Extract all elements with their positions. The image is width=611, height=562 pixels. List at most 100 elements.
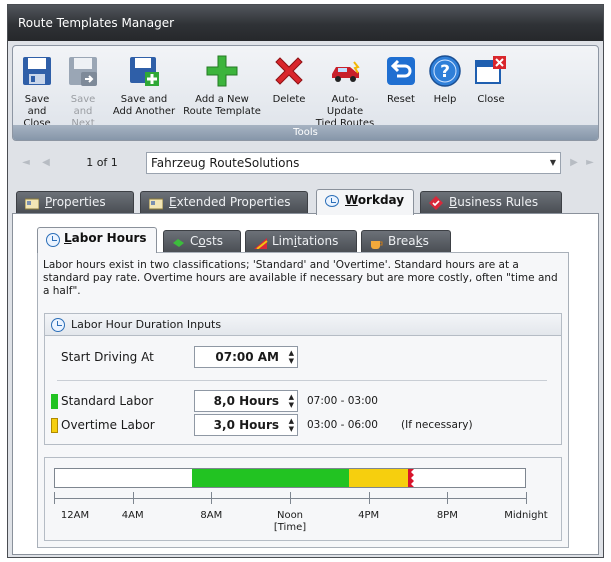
tab-workday-accesskey: W (345, 193, 358, 207)
workday-clock-icon (325, 195, 339, 207)
overtime-labor-label: Overtime Labor (61, 418, 155, 432)
tab-costs-accesskey: o (198, 234, 206, 248)
tab-costs-label-rest: sts (205, 234, 223, 248)
save-and-next-button[interactable]: Save and Next (61, 50, 105, 129)
add-new-route-template-button[interactable]: Add a New Route Template (179, 50, 265, 126)
spinner-arrows-icon[interactable]: ▲ ▼ (289, 349, 294, 365)
record-count: 1 of 1 (86, 156, 118, 169)
save-add-icon (127, 54, 161, 88)
timeline-tick-label: 4PM (358, 510, 380, 521)
extended-properties-card-icon (148, 196, 164, 210)
overtime-labor-input[interactable]: 3,0 Hours ▲ ▼ (194, 414, 298, 436)
last-record-icon[interactable]: ► (582, 153, 598, 173)
reset-button[interactable]: Reset (381, 50, 421, 126)
close-label: Close (477, 94, 505, 105)
overtime-note: (If necessary) (401, 419, 473, 431)
overtime-labor-value: 3,0 Hours (213, 418, 279, 432)
start-driving-time-input[interactable]: 07:00 AM ▲ ▼ (194, 346, 298, 368)
delete-label: Delete (272, 94, 306, 105)
auto-update-tied-routes-button[interactable]: Auto-Update Tied Routes (315, 50, 375, 129)
car-icon (328, 54, 362, 88)
help-button[interactable]: ? Help (425, 50, 465, 126)
labor-duration-group: Labor Hour Duration Inputs Start Driving… (44, 313, 562, 445)
tools-ribbon: Save and Close Save and Next Save and Ad… (12, 45, 599, 141)
next-record-icon[interactable]: ▶ (566, 153, 582, 173)
coffee-cup-icon (370, 235, 383, 249)
tab-business-rules[interactable]: Business Rules (420, 191, 562, 213)
save-and-add-another-button[interactable]: Save and Add Another (109, 50, 179, 126)
first-record-icon[interactable]: ◄ (18, 153, 34, 173)
properties-card-icon (24, 196, 40, 210)
standard-labor-label: Standard Labor (61, 394, 154, 408)
labor-hours-panel: Labor hours exist in two classifications… (37, 252, 569, 548)
standard-hours-segment (192, 469, 349, 487)
route-template-select[interactable]: Fahrzeug RouteSolutions ▼ (146, 152, 561, 174)
tab-properties-label-rest: roperties (52, 195, 106, 209)
tab-workday[interactable]: Workday (316, 189, 414, 215)
tab-breaks-label-start: Brea (388, 234, 416, 248)
timeline-tick (526, 492, 527, 504)
tab-labor-label-rest: abor Hours (71, 231, 147, 245)
reset-icon (384, 54, 418, 88)
tab-limitations-label-rest: tations (297, 234, 339, 248)
tab-extended-properties[interactable]: Extended Properties (140, 191, 308, 213)
timeline-tick (447, 492, 449, 504)
spinner-arrows-icon[interactable]: ▲ ▼ (289, 393, 294, 409)
standard-color-swatch (51, 394, 58, 409)
tab-costs[interactable]: Costs (163, 230, 241, 252)
tab-business-accesskey: B (449, 195, 458, 209)
tab-properties[interactable]: Properties (16, 191, 134, 213)
close-button[interactable]: Close (469, 50, 513, 126)
help-question-icon: ? (428, 54, 462, 88)
tab-extended-label-rest: xtended Properties (176, 195, 291, 209)
help-label: Help (433, 94, 457, 105)
chevron-down-icon[interactable]: ▼ (550, 153, 556, 173)
record-navigator: ◄ ◀ 1 of 1 Fahrzeug RouteSolutions ▼ ▶ ► (12, 151, 599, 175)
timeline-tick-label: Noon [Time] (273, 510, 307, 533)
save-and-close-label: Save and Close (23, 94, 51, 129)
delete-x-icon (272, 54, 306, 88)
route-templates-window: Route Templates Manager Save and Close S… (7, 4, 604, 558)
auto-update-tied-routes-label: Auto-Update Tied Routes (315, 94, 375, 129)
labor-clock-icon (46, 233, 60, 247)
timeline-tick-label: 12AM (60, 510, 90, 521)
overtime-hours-segment (348, 469, 408, 487)
tab-labor-hours[interactable]: Labor Hours (37, 227, 157, 253)
plus-icon (205, 54, 239, 88)
costs-icon (172, 235, 185, 247)
timeline-tick (54, 492, 55, 504)
business-rules-icon (429, 196, 443, 210)
timeline-tick (211, 492, 213, 504)
tab-workday-label-rest: orkday (357, 193, 405, 207)
add-new-route-template-label: Add a New Route Template (183, 94, 261, 117)
window-title: Route Templates Manager (8, 5, 603, 41)
timeline-tick-label: Midnight (504, 510, 548, 521)
start-driving-label: Start Driving At (61, 350, 154, 364)
workday-panel: Labor Hours Costs Limitations Breaks Lab… (12, 213, 599, 555)
tab-breaks-accesskey: k (415, 234, 423, 248)
divider (57, 380, 547, 381)
save-icon (20, 54, 54, 88)
overtime-labor-range: 03:00 - 06:00 (307, 419, 378, 431)
reset-label: Reset (387, 94, 415, 105)
save-next-icon (66, 54, 100, 88)
previous-record-icon[interactable]: ◀ (38, 153, 54, 173)
tab-breaks[interactable]: Breaks (361, 230, 451, 252)
labor-duration-title: Labor Hour Duration Inputs (71, 318, 222, 331)
overtime-limit-marker (407, 469, 416, 487)
tab-properties-accesskey: P (45, 195, 53, 209)
tab-limitations[interactable]: Limitations (245, 230, 357, 252)
save-and-close-button[interactable]: Save and Close (15, 50, 59, 129)
standard-labor-input[interactable]: 8,0 Hours ▲ ▼ (194, 390, 298, 412)
tab-labor-accesskey: L (64, 231, 72, 245)
svg-text:?: ? (440, 62, 450, 82)
main-tabs: Properties Extended Properties Workday B… (12, 189, 599, 215)
save-and-add-another-label: Save and Add Another (112, 94, 176, 117)
timeline-bar (54, 468, 526, 488)
tab-limitations-label-start: Lim (272, 234, 294, 248)
delete-button[interactable]: Delete (265, 50, 313, 126)
labor-description: Labor hours exist in two classifications… (43, 259, 558, 297)
tab-business-label-rest: usiness Rules (457, 195, 539, 209)
spinner-arrows-icon[interactable]: ▲ ▼ (289, 417, 294, 433)
overtime-color-swatch (51, 418, 58, 433)
